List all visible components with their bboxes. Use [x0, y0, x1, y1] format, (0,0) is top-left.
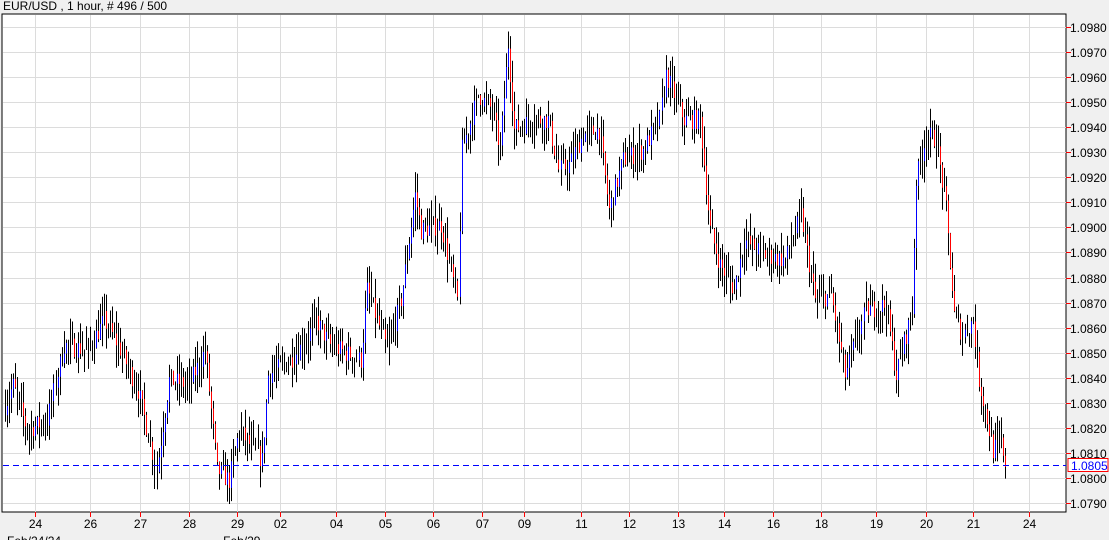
x-tick-label: 20 — [920, 517, 934, 531]
y-tick-label: 1.0970 — [1070, 46, 1107, 60]
y-tick-label: 1.0900 — [1070, 221, 1107, 235]
x-tick-label: 27 — [134, 517, 148, 531]
x-tick-label: 04 — [330, 517, 344, 531]
y-tick-label: 1.0920 — [1070, 171, 1107, 185]
x-tick-label: 12 — [623, 517, 637, 531]
x-tick-label: 05 — [379, 517, 393, 531]
y-tick-label: 1.0820 — [1070, 422, 1107, 436]
x-tick-label: 16 — [767, 517, 781, 531]
x-tick-label: 28 — [183, 517, 197, 531]
y-tick-label: 1.0940 — [1070, 121, 1107, 135]
x-tick-label: 11 — [575, 517, 588, 531]
x-tick-label: 19 — [870, 517, 884, 531]
x-tick-label: 06 — [427, 517, 441, 531]
y-tick-label: 1.0950 — [1070, 96, 1107, 110]
x-tick-label: 21 — [967, 517, 981, 531]
current-price-label: 1.0805 — [1071, 459, 1108, 473]
y-tick-label: 1.0930 — [1070, 146, 1107, 160]
y-tick-label: 1.0890 — [1070, 246, 1107, 260]
date-label: Feb/24/24 — [7, 534, 61, 540]
y-tick-label: 1.0850 — [1070, 347, 1107, 361]
date-label: Feb/29 — [223, 534, 261, 540]
y-tick-label: 1.0880 — [1070, 272, 1107, 286]
y-tick-label: 1.0790 — [1070, 497, 1107, 511]
y-tick-label: 1.0960 — [1070, 71, 1107, 85]
x-tick-label: 29 — [231, 517, 245, 531]
y-tick-label: 1.0840 — [1070, 372, 1107, 386]
ohlc-chart[interactable]: 1.0980 1.0970 1.0960 1.0950 1.0940 1.0930 1.09… — [0, 0, 1109, 540]
x-tick-label: 26 — [84, 517, 98, 531]
y-tick-label: 1.0830 — [1070, 397, 1107, 411]
x-tick-label: 18 — [815, 517, 829, 531]
y-tick-label: 1.0870 — [1070, 297, 1107, 311]
x-tick-label: 09 — [518, 517, 532, 531]
y-tick-label: 1.0980 — [1070, 21, 1107, 35]
x-tick-label: 14 — [718, 517, 732, 531]
x-tick-label: 13 — [672, 517, 686, 531]
x-tick-label: 02 — [274, 517, 288, 531]
x-tick-label: 24 — [29, 517, 43, 531]
x-tick-label: 24 — [1023, 517, 1037, 531]
x-tick-label: 07 — [476, 517, 490, 531]
y-tick-label: 1.0910 — [1070, 196, 1107, 210]
y-tick-label: 1.0860 — [1070, 322, 1107, 336]
y-tick-label: 1.0800 — [1070, 472, 1107, 486]
